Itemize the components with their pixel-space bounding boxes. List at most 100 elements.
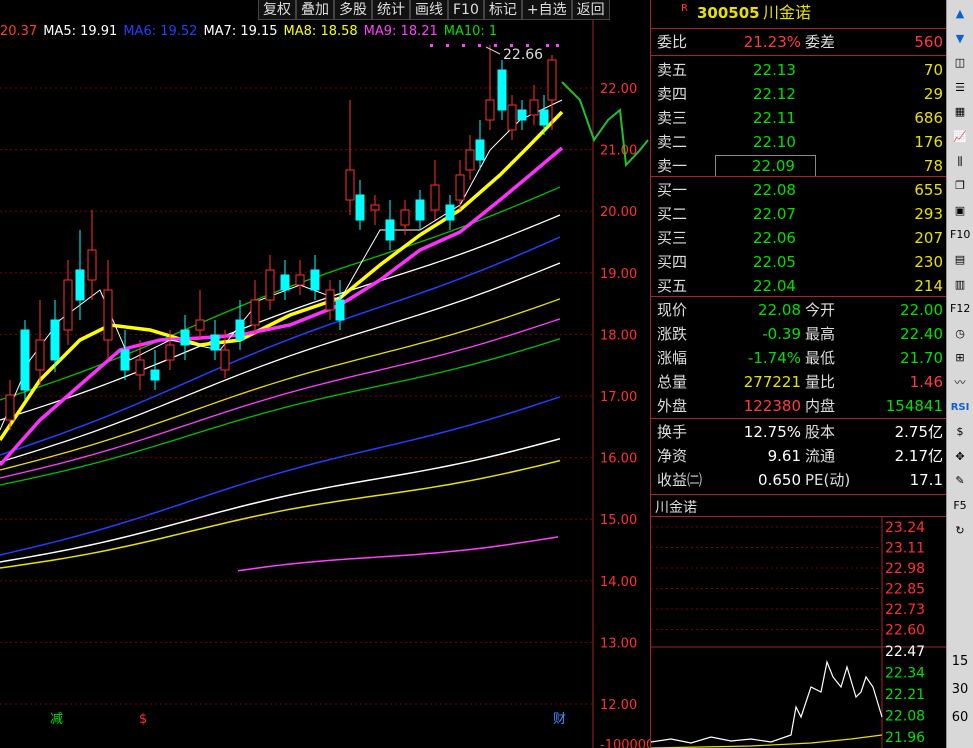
row-label-2: 流通 — [805, 447, 836, 465]
row-value-2: 176 — [914, 133, 943, 151]
news-icon[interactable]: ▥ — [950, 275, 970, 295]
period-button[interactable]: 30 — [950, 680, 970, 700]
candle-icon[interactable]: ⫼ — [950, 152, 970, 172]
row-label-2: PE(动) — [805, 471, 851, 489]
row-value-2: 207 — [914, 229, 943, 247]
row-value-2: 22.00 — [900, 301, 943, 319]
stat-row: 涨跌 -0.39 最高 22.40 — [651, 322, 947, 346]
row-label: 总量 — [657, 373, 688, 391]
high-marker-label: 22.66 — [503, 47, 543, 63]
row-label: 卖五 — [657, 61, 688, 79]
candle-body — [517, 109, 527, 121]
up-arrow-icon[interactable]: ▲ — [950, 4, 970, 24]
row-value-2: 655 — [914, 181, 943, 199]
ma-legend-item: MA6: 19.52 — [123, 24, 198, 39]
dollar-icon[interactable]: $ — [950, 422, 970, 442]
clock-icon[interactable]: ◷ — [950, 324, 970, 344]
mini-axis-label: 22.98 — [885, 561, 925, 577]
ma-line — [0, 396, 561, 556]
split-icon[interactable]: ◫ — [950, 53, 970, 73]
toolbar-item-6[interactable]: 标记 — [483, 0, 522, 20]
row-value: -0.39 — [762, 325, 801, 343]
bid-price: 22.04 — [753, 277, 796, 295]
f12-icon[interactable]: F12 — [950, 299, 970, 319]
bid-price: 22.07 — [753, 205, 796, 223]
period-button[interactable]: 15 — [950, 652, 970, 672]
period-button[interactable]: 60 — [950, 708, 970, 728]
candle-body — [385, 219, 395, 241]
row-label: 买四 — [657, 253, 688, 271]
reduce-marker: 减 — [50, 712, 63, 727]
mini-chart-title: 川金诺 — [655, 500, 697, 516]
bid-row: 买三 207 22.06 — [651, 226, 947, 250]
list-icon[interactable]: ☰ — [950, 78, 970, 98]
zoom-icon[interactable]: ⊞ — [950, 348, 970, 368]
row-value-2: 686 — [914, 109, 943, 127]
pen-icon[interactable]: ✎ — [950, 471, 970, 491]
toolbar-item-4[interactable]: 画线 — [410, 0, 448, 20]
signal-dot — [430, 44, 433, 47]
rsi-icon[interactable]: RSI — [950, 398, 970, 418]
weibi-row: 委比 21.23% 委差 560 — [657, 33, 943, 51]
toolbar-item-7[interactable]: +自选 — [521, 0, 572, 20]
candle-body — [235, 319, 245, 341]
row-label: 收益㈡ — [657, 471, 703, 489]
toolbar-item-8[interactable]: 返回 — [571, 0, 610, 20]
price-axis-label: 13.00 — [600, 636, 637, 651]
toolbar-item-1[interactable]: 叠加 — [296, 0, 334, 20]
trend-icon[interactable]: 〰 — [950, 373, 970, 393]
move-icon[interactable]: ✥ — [950, 447, 970, 467]
intraday-mini-chart[interactable]: 23.24 23.11 22.98 22.85 22.73 22.60 22.47 22.34… — [651, 517, 947, 748]
stat-row: 总量 277221 量比 1.46 — [651, 370, 947, 394]
f5-icon[interactable]: F5 — [950, 496, 970, 516]
ma-line — [0, 459, 561, 569]
candle-body — [465, 149, 475, 171]
candle-body — [20, 329, 30, 391]
row-label: 涨幅 — [657, 349, 688, 367]
candle-body — [310, 269, 320, 291]
price-axis-label: 21.00 — [600, 144, 637, 159]
candle-body — [295, 274, 305, 286]
down-arrow-icon[interactable]: ▼ — [950, 29, 970, 49]
ask-row: 卖三 686 22.11 — [651, 106, 947, 130]
ask-price: 22.12 — [753, 85, 796, 103]
refresh-icon[interactable]: ↻ — [950, 521, 970, 541]
grid-icon[interactable]: ▦ — [950, 102, 970, 122]
row-label-2: 最低 — [805, 349, 836, 367]
candle-body — [35, 339, 45, 371]
stock-header: R 300505 川金诺 — [651, 0, 947, 28]
signal-dot — [494, 44, 497, 47]
toolbar-item-5[interactable]: F10 — [448, 0, 484, 20]
row-value: -1.74% — [747, 349, 801, 367]
ma-legend-item: MA8: 18.58 — [283, 24, 358, 39]
ask-row: 卖五 70 22.13 — [651, 58, 947, 82]
candle-body — [50, 319, 60, 361]
price-axis-label: 16.00 — [600, 452, 637, 467]
side-toolbar: ▲ ▼ ◫ ☰ ▦ 📈 ⫼ ❐ ▣ F10 ▤ ▥ F12 ◷ ⊞ 〰 RSI $ ✥ ✎ F5 ↻ 15 30 60 — [946, 0, 973, 748]
row-value-2: 1.46 — [909, 373, 943, 391]
row-label-2: 股本 — [805, 423, 836, 441]
toolbar-item-0[interactable]: 复权 — [258, 0, 296, 20]
stock-code: 300505 — [697, 4, 760, 22]
chart-icon[interactable]: 📈 — [950, 127, 970, 147]
mini-axis-label: 22.60 — [885, 623, 925, 639]
row-value: 12.75% — [743, 423, 801, 441]
row-value-2: 29 — [923, 85, 943, 103]
candle-body — [150, 369, 160, 381]
toolbar-item-2[interactable]: 多股 — [334, 0, 372, 20]
row-label: 卖一 — [657, 157, 688, 175]
detail-icon[interactable]: ▤ — [950, 250, 970, 270]
f10-icon[interactable]: F10 — [950, 225, 970, 245]
ma-legend-item: MA7: 19.15 — [203, 24, 278, 39]
row-label: 现价 — [657, 301, 688, 319]
row-value-2: 70 — [923, 61, 943, 79]
window-icon[interactable]: ▣ — [950, 201, 970, 221]
toolbar-item-3[interactable]: 统计 — [372, 0, 410, 20]
candle-body — [455, 174, 465, 201]
candle-body — [135, 359, 145, 376]
stack-icon[interactable]: ❐ — [950, 176, 970, 196]
bid-row: 买五 214 22.04 — [651, 274, 947, 298]
kline-chart[interactable]: 22.00 21.00 20.00 19.00 18.00 17.00 16.00 15.00… — [0, 0, 650, 748]
row-value: 122380 — [743, 397, 801, 415]
price-axis-label: 15.00 — [600, 513, 637, 528]
